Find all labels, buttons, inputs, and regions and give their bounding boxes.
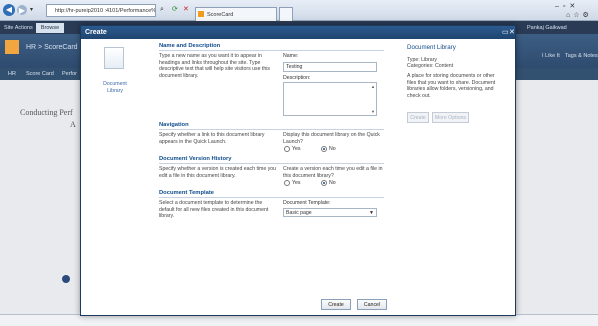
body-heading: Conducting Perf (20, 108, 73, 117)
versioning-no-radio[interactable] (321, 180, 327, 186)
radio-label-no: No (329, 146, 336, 152)
body-heading-2: A (70, 120, 76, 129)
description-label: Description: (283, 75, 311, 81)
sharepoint-favicon-icon (198, 11, 204, 17)
info-create-button[interactable]: Create (407, 112, 429, 123)
dialog-title: Create (81, 26, 515, 39)
more-options-button[interactable]: More Options (432, 112, 469, 123)
template-select[interactable]: Basic page ▼ (283, 208, 377, 217)
left-item-label[interactable]: Document Library (95, 81, 135, 94)
name-section-text: Type a new name as you want it to appear… (159, 53, 270, 79)
section-heading-name: Name and Description (159, 43, 221, 49)
description-textarea[interactable]: ▲ ▼ (283, 82, 377, 116)
tab-browse[interactable]: Browse (36, 23, 64, 33)
site-logo (5, 40, 19, 54)
home-icon[interactable]: HR (8, 71, 16, 77)
document-library-icon[interactable] (104, 47, 124, 69)
create-dialog: Create ▭ ✕ Document Library Name and Des… (80, 25, 516, 316)
create-button[interactable]: Create (321, 299, 351, 310)
radio-label-no: No (329, 180, 336, 186)
scroll-down-icon[interactable]: ▼ (371, 109, 375, 114)
section-heading-navigation: Navigation (159, 122, 189, 128)
site-title[interactable]: HR > ScoreCard (26, 44, 78, 51)
chevron-down-icon[interactable]: ▼ (369, 209, 374, 217)
quick-launch-yes-radio[interactable] (284, 146, 290, 152)
navigation-question: Display this document library on the Qui… (283, 132, 380, 145)
scroll-up-icon[interactable]: ▲ (371, 84, 375, 89)
nav-performance[interactable]: Perfor (62, 71, 77, 77)
tags-notes-button[interactable]: Tags & Notes (565, 53, 598, 59)
version-question: Create a version each time you edit a fi… (283, 166, 383, 179)
nav-score-card[interactable]: Score Card (26, 71, 54, 77)
divider (159, 197, 384, 198)
divider (159, 129, 384, 130)
divider (159, 163, 384, 164)
name-input[interactable]: Testing (283, 62, 377, 72)
user-menu[interactable]: Pankaj Gaikwad (527, 25, 567, 31)
window-controls[interactable]: –▫✕ (555, 2, 579, 10)
site-actions-menu[interactable]: Site Actions (4, 25, 33, 31)
quick-launch-no-radio[interactable] (321, 146, 327, 152)
radio-label-yes: Yes (292, 146, 301, 152)
navigation-section-text: Specify whether a link to this document … (159, 132, 265, 145)
compatibility-icon[interactable]: ⟳ (172, 5, 178, 13)
versioning-yes-radio[interactable] (284, 180, 290, 186)
new-tab-button[interactable] (279, 7, 293, 21)
info-categories: Categories: Content (407, 63, 454, 69)
close-icon[interactable]: ✕ (509, 28, 515, 36)
stop-icon[interactable]: ✕ (183, 5, 189, 13)
cancel-button[interactable]: Cancel (357, 299, 387, 310)
template-selected-value: Basic page (286, 210, 312, 216)
home-star-gear-icons[interactable]: ⌂☆⚙ (566, 11, 592, 19)
search-icon[interactable]: ⌕ (160, 6, 164, 14)
decorative-graphic (62, 275, 70, 283)
name-label: Name: (283, 53, 299, 59)
section-heading-template: Document Template (159, 190, 214, 196)
template-label: Document Template: (283, 200, 331, 206)
info-title: Document Library (407, 44, 456, 51)
template-section-text: Select a document template to determine … (159, 200, 269, 219)
address-bar[interactable]: http://hr-pureip2010 :4101/Performance%2… (46, 4, 156, 17)
forward-icon[interactable]: ▶ (17, 5, 27, 15)
like-it-button[interactable]: I Like It (542, 53, 560, 59)
maximize-icon[interactable]: ▭ (502, 28, 509, 36)
back-icon[interactable]: ◀ (3, 4, 15, 16)
browser-tab-scorecard[interactable]: ScoreCard (195, 7, 277, 21)
divider (159, 50, 384, 51)
tab-label: ScoreCard (207, 12, 234, 18)
info-description: A place for storing documents or other f… (407, 73, 496, 99)
radio-label-yes: Yes (292, 180, 301, 186)
browser-toolbar: ◀ ▶ ▾ http://hr-pureip2010 :4101/Perform… (0, 0, 598, 21)
section-heading-version: Document Version History (159, 156, 232, 162)
chevron-down-icon[interactable]: ▾ (30, 6, 33, 13)
version-section-text: Specify whether a version is created eac… (159, 166, 277, 179)
